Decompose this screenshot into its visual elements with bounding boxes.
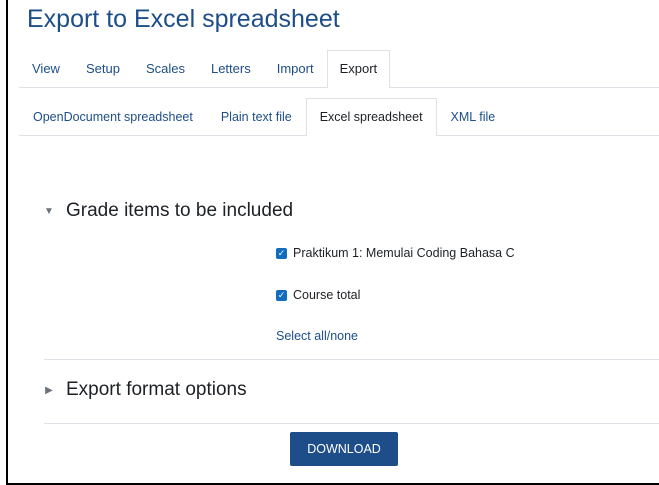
caret-down-icon: ▼: [44, 205, 54, 217]
course-total-label: Course total: [293, 288, 361, 302]
page-title: Export to Excel spreadsheet: [27, 5, 340, 33]
export-page: Export to Excel spreadsheet View Setup S…: [6, 0, 659, 485]
tab-xml-file[interactable]: XML file: [437, 98, 510, 135]
section-divider: [44, 359, 659, 360]
grade-item-row: ✓ Praktikum 1: Memulai Coding Bahasa C: [276, 246, 515, 260]
caret-right-icon: ▶: [45, 384, 53, 396]
grade-items-section-header[interactable]: ▼ Grade items to be included: [42, 200, 293, 222]
check-icon: ✓: [277, 247, 286, 258]
tab-letters[interactable]: Letters: [198, 50, 264, 87]
export-format-section-title: Export format options: [66, 379, 247, 400]
tab-excel-spreadsheet[interactable]: Excel spreadsheet: [305, 98, 437, 136]
tab-import[interactable]: Import: [264, 50, 327, 87]
tab-plain-text-file[interactable]: Plain text file: [207, 98, 306, 135]
check-icon: ✓: [277, 289, 286, 300]
course-total-row: ✓ Course total: [276, 288, 360, 302]
tab-opendocument-spreadsheet[interactable]: OpenDocument spreadsheet: [19, 98, 207, 135]
primary-tabs: View Setup Scales Letters Import Export: [19, 49, 659, 88]
grade-item-label: Praktikum 1: Memulai Coding Bahasa C: [293, 246, 515, 260]
grade-items-section-title: Grade items to be included: [66, 200, 294, 221]
select-all-none-link[interactable]: Select all/none: [276, 329, 358, 343]
course-total-checkbox[interactable]: ✓: [276, 289, 287, 301]
tab-view[interactable]: View: [19, 50, 73, 87]
tab-setup[interactable]: Setup: [73, 50, 133, 87]
tab-export[interactable]: Export: [326, 50, 391, 88]
export-format-tabs: OpenDocument spreadsheet Plain text file…: [19, 97, 659, 136]
download-button[interactable]: DOWNLOAD: [290, 432, 398, 466]
section-divider: [44, 423, 659, 424]
tab-scales[interactable]: Scales: [133, 50, 198, 87]
grade-item-checkbox[interactable]: ✓: [276, 247, 287, 259]
export-format-section-header[interactable]: ▶ Export format options: [42, 379, 247, 401]
